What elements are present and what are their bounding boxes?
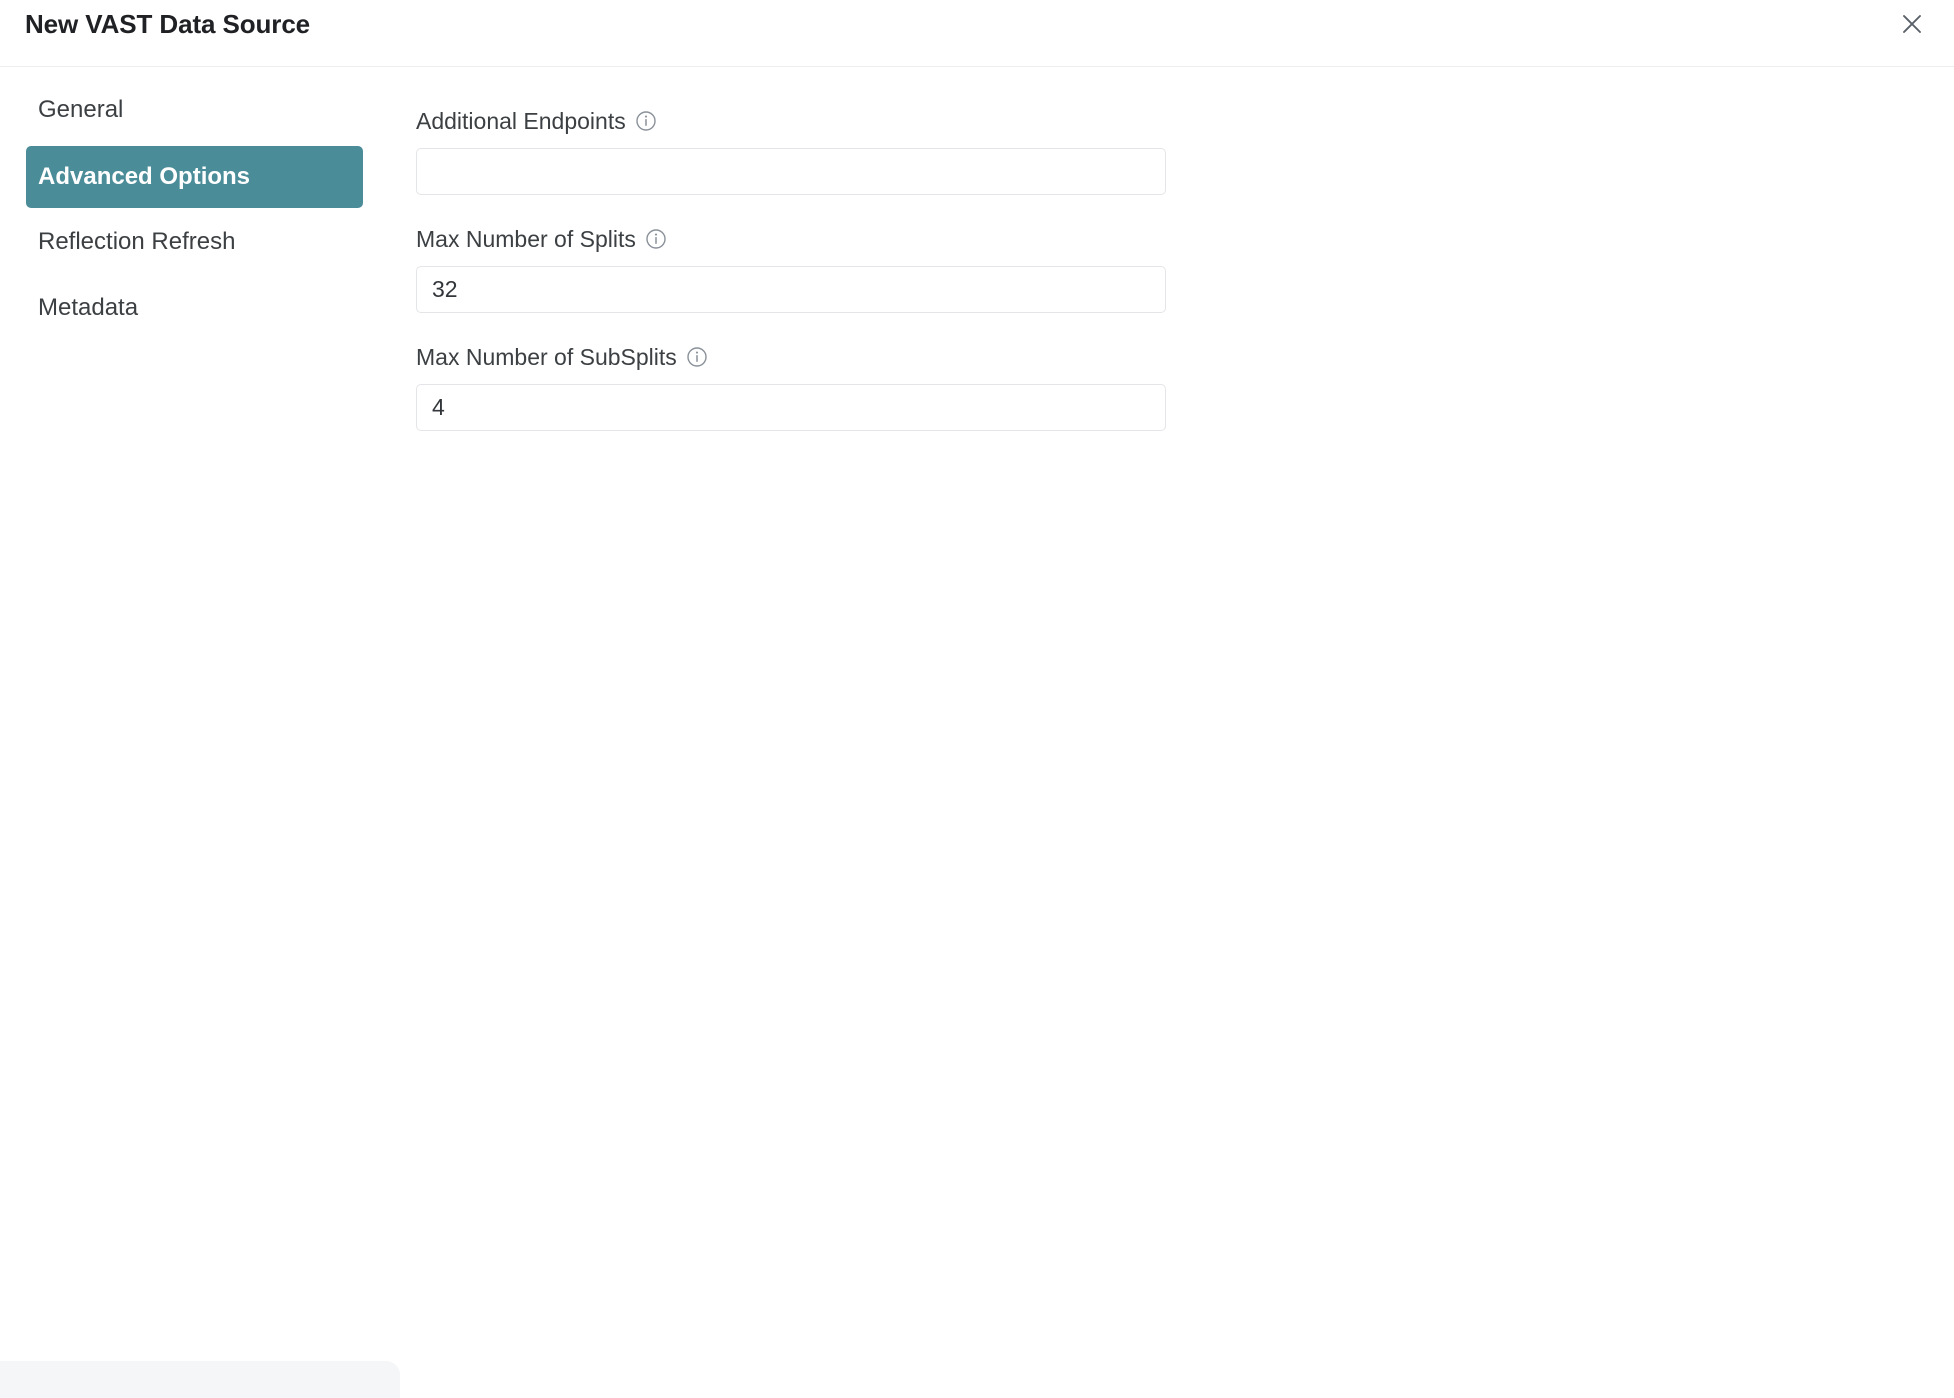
field-label: Additional Endpoints [416,106,1166,136]
dialog-header: New VAST Data Source [0,0,1954,67]
sidebar-item-label: Metadata [38,294,139,321]
field-max-number-of-subsplits: Max Number of SubSplits [416,342,1166,431]
close-icon [1900,12,1924,36]
info-icon[interactable] [635,110,657,132]
dialog-sidebar-nav: General Advanced Options Reflection Refr… [0,67,400,1398]
max-number-of-subsplits-input[interactable] [416,384,1166,431]
info-icon[interactable] [686,346,708,368]
sidebar-item-label: Reflection Refresh [38,228,236,255]
advanced-options-form: Additional Endpoints Max Number of Split… [416,67,1954,1398]
max-number-of-splits-input[interactable] [416,266,1166,313]
field-label: Max Number of Splits [416,224,1166,254]
field-label: Max Number of SubSplits [416,342,1166,372]
sidebar-item-advanced-options[interactable]: Advanced Options [26,146,363,208]
sidebar-item-reflection-refresh[interactable]: Reflection Refresh [26,211,363,273]
close-button[interactable] [1888,0,1936,48]
info-icon[interactable] [645,228,667,250]
field-label-text: Max Number of SubSplits [416,343,677,370]
sidebar-item-label: Advanced Options [38,163,251,190]
page-title: New VAST Data Source [25,9,311,39]
sidebar-item-label: General [38,96,124,123]
field-label-text: Additional Endpoints [416,107,626,134]
field-label-text: Max Number of Splits [416,225,636,252]
sidebar-item-metadata[interactable]: Metadata [26,277,363,339]
field-max-number-of-splits: Max Number of Splits [416,224,1166,313]
additional-endpoints-input[interactable] [416,148,1166,195]
sidebar-item-general[interactable]: General [26,79,363,141]
sidebar-footer-strip [0,1361,400,1398]
field-additional-endpoints: Additional Endpoints [416,106,1166,195]
